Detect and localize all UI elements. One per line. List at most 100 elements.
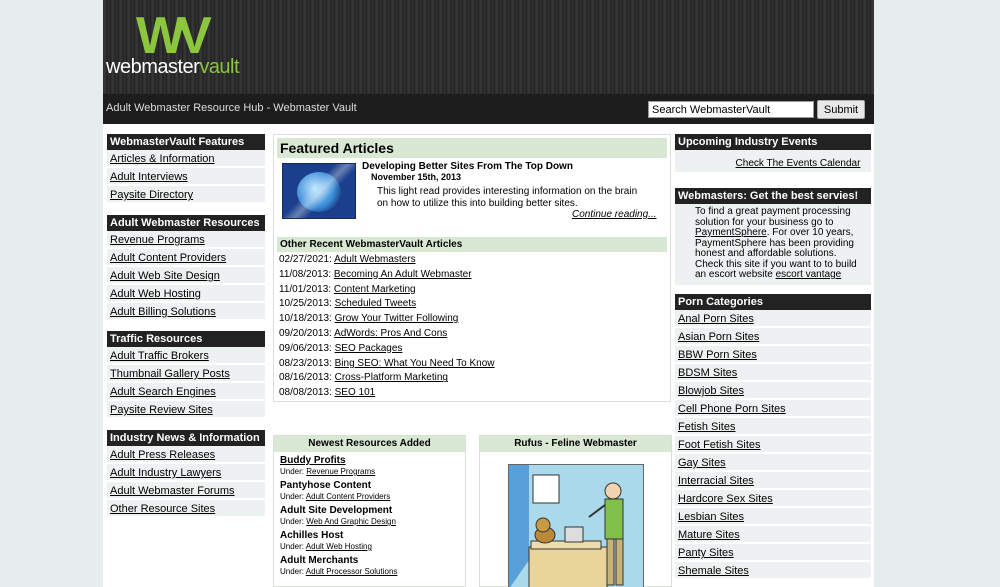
resource-category-link[interactable]: Adult Processor Solutions xyxy=(306,567,398,576)
category-link[interactable]: Foot Fetish Sites xyxy=(678,439,761,451)
category-item[interactable]: Panty Sites xyxy=(675,544,871,562)
category-item[interactable]: Lesbian Sites xyxy=(675,508,871,526)
category-item[interactable]: Blowjob Sites xyxy=(675,382,871,400)
category-item[interactable]: Hardcore Sex Sites xyxy=(675,490,871,508)
category-link[interactable]: BBW Porn Sites xyxy=(678,349,757,361)
continue-reading-link[interactable]: Continue reading... xyxy=(572,209,657,220)
category-link[interactable]: Panty Sites xyxy=(678,547,734,559)
sidebox-item[interactable]: Thumbnail Gallery Posts xyxy=(107,365,265,383)
article-link[interactable]: SEO Packages xyxy=(335,343,403,354)
sidebox-link[interactable]: Paysite Review Sites xyxy=(110,404,213,416)
category-item[interactable]: Shemale Sites xyxy=(675,562,871,580)
sidebox-news: Industry News & Information Adult Press … xyxy=(107,430,265,518)
category-link[interactable]: Hardcore Sex Sites xyxy=(678,493,773,505)
category-item[interactable]: Asian Porn Sites xyxy=(675,328,871,346)
category-item[interactable]: Foot Fetish Sites xyxy=(675,436,871,454)
logo-word-b: vault xyxy=(199,56,240,78)
article-link[interactable]: Grow Your Twitter Following xyxy=(335,313,459,324)
sidebox-link[interactable]: Articles & Information xyxy=(110,153,215,165)
sidebox-item[interactable]: Adult Traffic Brokers xyxy=(107,347,265,365)
sidebox-item[interactable]: Paysite Directory xyxy=(107,186,265,204)
category-link[interactable]: Shemale Sites xyxy=(678,565,749,577)
sidebox-item[interactable]: Adult Press Releases xyxy=(107,446,265,464)
resource-name[interactable]: Pantyhose Content xyxy=(280,480,465,492)
article-link[interactable]: SEO 101 xyxy=(335,387,376,398)
resource-name[interactable]: Buddy Profits xyxy=(280,455,346,466)
sidebox-link[interactable]: Adult Traffic Brokers xyxy=(110,350,209,362)
article-link[interactable]: Content Marketing xyxy=(334,284,416,295)
cartoon-image[interactable] xyxy=(508,464,644,587)
sidebox-item[interactable]: Adult Webmaster Forums xyxy=(107,482,265,500)
category-link[interactable]: Fetish Sites xyxy=(678,421,735,433)
sidebox-heading: Adult Webmaster Resources xyxy=(107,215,265,231)
category-link[interactable]: Cell Phone Porn Sites xyxy=(678,403,786,415)
sidebox-item[interactable]: Adult Billing Solutions xyxy=(107,303,265,321)
sidebox-link[interactable]: Adult Content Providers xyxy=(110,252,226,264)
paymentsphere-link[interactable]: PaymentSphere xyxy=(695,227,767,238)
resource-category-link[interactable]: Adult Content Providers xyxy=(306,492,391,501)
article-link[interactable]: Cross-Platform Marketing xyxy=(335,372,448,383)
sidebox-link[interactable]: Thumbnail Gallery Posts xyxy=(110,368,230,380)
resource-category-link[interactable]: Adult Web Hosting xyxy=(306,542,372,551)
sidebox-item[interactable]: Revenue Programs xyxy=(107,231,265,249)
category-link[interactable]: Lesbian Sites xyxy=(678,511,744,523)
sidebox-item[interactable]: Adult Industry Lawyers xyxy=(107,464,265,482)
category-link[interactable]: BDSM Sites xyxy=(678,367,737,379)
category-link[interactable]: Asian Porn Sites xyxy=(678,331,759,343)
category-item[interactable]: Anal Porn Sites xyxy=(675,310,871,328)
article-link[interactable]: AdWords: Pros And Cons xyxy=(334,328,447,339)
category-link[interactable]: Anal Porn Sites xyxy=(678,313,754,325)
category-item[interactable]: BBW Porn Sites xyxy=(675,346,871,364)
events-calendar-link[interactable]: Check The Events Calendar xyxy=(736,158,861,169)
category-link[interactable]: Mature Sites xyxy=(678,529,740,541)
article-link[interactable]: Bing SEO: What You Need To Know xyxy=(335,358,495,369)
category-item[interactable]: BDSM Sites xyxy=(675,364,871,382)
category-item[interactable]: Mature Sites xyxy=(675,526,871,544)
resource-name[interactable]: Adult Site Development xyxy=(280,505,465,517)
sidebox-link[interactable]: Adult Webmaster Forums xyxy=(110,485,235,497)
sidebox-link[interactable]: Adult Web Site Design xyxy=(110,270,220,282)
featured-article-image[interactable] xyxy=(282,163,356,219)
sidebox-item[interactable]: Paysite Review Sites xyxy=(107,401,265,419)
featured-article-title[interactable]: Developing Better Sites From The Top Dow… xyxy=(362,161,573,172)
featured-heading: Featured Articles xyxy=(277,138,667,158)
sidebox-link[interactable]: Adult Industry Lawyers xyxy=(110,467,221,479)
category-item[interactable]: Fetish Sites xyxy=(675,418,871,436)
sidebox-item[interactable]: Adult Search Engines xyxy=(107,383,265,401)
sidebox-link[interactable]: Paysite Directory xyxy=(110,189,193,201)
logo-mark: WV xyxy=(136,7,212,65)
category-link[interactable]: Blowjob Sites xyxy=(678,385,744,397)
category-link[interactable]: Interracial Sites xyxy=(678,475,754,487)
category-item[interactable]: Gay Sites xyxy=(675,454,871,472)
article-date: 11/01/2013: xyxy=(279,283,332,295)
category-item[interactable]: Interracial Sites xyxy=(675,472,871,490)
resource-name[interactable]: Adult Merchants xyxy=(280,555,465,567)
sidebox-link[interactable]: Adult Billing Solutions xyxy=(110,306,216,318)
sidebox-link[interactable]: Adult Interviews xyxy=(110,171,188,183)
escort-vantage-link[interactable]: escort vantage xyxy=(776,269,842,280)
resource-name[interactable]: Achilles Host xyxy=(280,530,465,542)
sidebox-link[interactable]: Other Resource Sites xyxy=(110,503,215,515)
sidebox-item[interactable]: Adult Web Hosting xyxy=(107,285,265,303)
sidebox-link[interactable]: Adult Press Releases xyxy=(110,449,215,461)
article-link[interactable]: Adult Webmasters xyxy=(334,254,416,265)
resource-category-link[interactable]: Revenue Programs xyxy=(306,467,375,476)
article-link[interactable]: Becoming An Adult Webmaster xyxy=(334,269,472,280)
article-link[interactable]: Scheduled Tweets xyxy=(335,298,417,309)
sidebox-item[interactable]: Adult Interviews xyxy=(107,168,265,186)
sidebox-link[interactable]: Revenue Programs xyxy=(110,234,205,246)
site-logo[interactable]: WV webmastervault xyxy=(106,10,276,80)
sidebox-item[interactable]: Adult Web Site Design xyxy=(107,267,265,285)
category-link[interactable]: Gay Sites xyxy=(678,457,726,469)
search-input[interactable] xyxy=(648,101,814,118)
resource-category-link[interactable]: Web And Graphic Design xyxy=(306,517,396,526)
article-date: 10/18/2013: xyxy=(279,313,332,325)
sidebox-link[interactable]: Adult Search Engines xyxy=(110,386,216,398)
sidebox-link[interactable]: Adult Web Hosting xyxy=(110,288,201,300)
sidebox-item[interactable]: Articles & Information xyxy=(107,150,265,168)
category-item[interactable]: Cell Phone Porn Sites xyxy=(675,400,871,418)
sidebox-item[interactable]: Adult Content Providers xyxy=(107,249,265,267)
search-submit-button[interactable]: Submit xyxy=(817,100,865,119)
sidebox-features: WebmasterVault Features Articles & Infor… xyxy=(107,134,265,204)
sidebox-item[interactable]: Other Resource Sites xyxy=(107,500,265,518)
